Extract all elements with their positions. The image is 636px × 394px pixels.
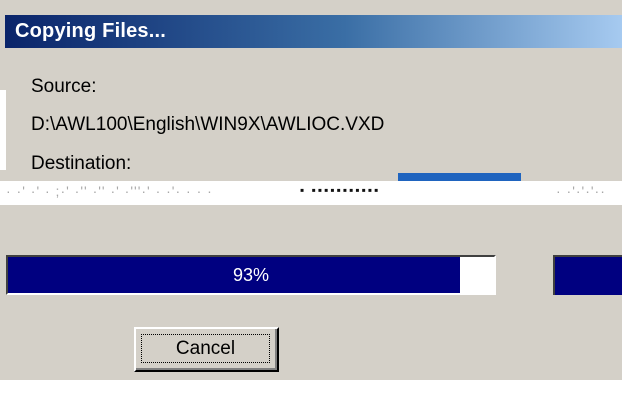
window-title: Copying Files...: [15, 20, 166, 42]
source-label: Source:: [31, 76, 97, 97]
destination-path-garbled: · ·' ·' · ;·' ·'' ·'' ·' ·'''·' · ·'· · …: [0, 181, 636, 205]
garbled-text-left: · ·' ·' · ;·' ·'' ·'' ·' ·'''·' · ·'· · …: [6, 183, 213, 199]
bottom-edge: [0, 380, 636, 394]
secondary-progress-bar: [553, 255, 622, 295]
cancel-button[interactable]: Cancel: [134, 327, 279, 372]
cancel-label: Cancel: [141, 334, 270, 363]
secondary-progress-fill: [555, 257, 622, 295]
garbled-text-right: · ·'·'·'··: [556, 183, 606, 199]
progress-percent: 93%: [232, 264, 270, 285]
destination-label: Destination:: [31, 153, 132, 174]
copy-dialog: Copying Files... Source: D:\AWL100\Engli…: [0, 0, 636, 394]
right-edge: [622, 0, 636, 394]
title-bar[interactable]: Copying Files...: [5, 15, 622, 48]
left-edge-gap: [0, 90, 6, 170]
source-path: D:\AWL100\English\WIN9X\AWLIOC.VXD: [31, 114, 385, 135]
file-progress-bar: 93%: [6, 255, 496, 295]
garbled-text-mid: ▪ ▪▪▪▪▪▪▪▪▪▪▪: [300, 183, 381, 197]
